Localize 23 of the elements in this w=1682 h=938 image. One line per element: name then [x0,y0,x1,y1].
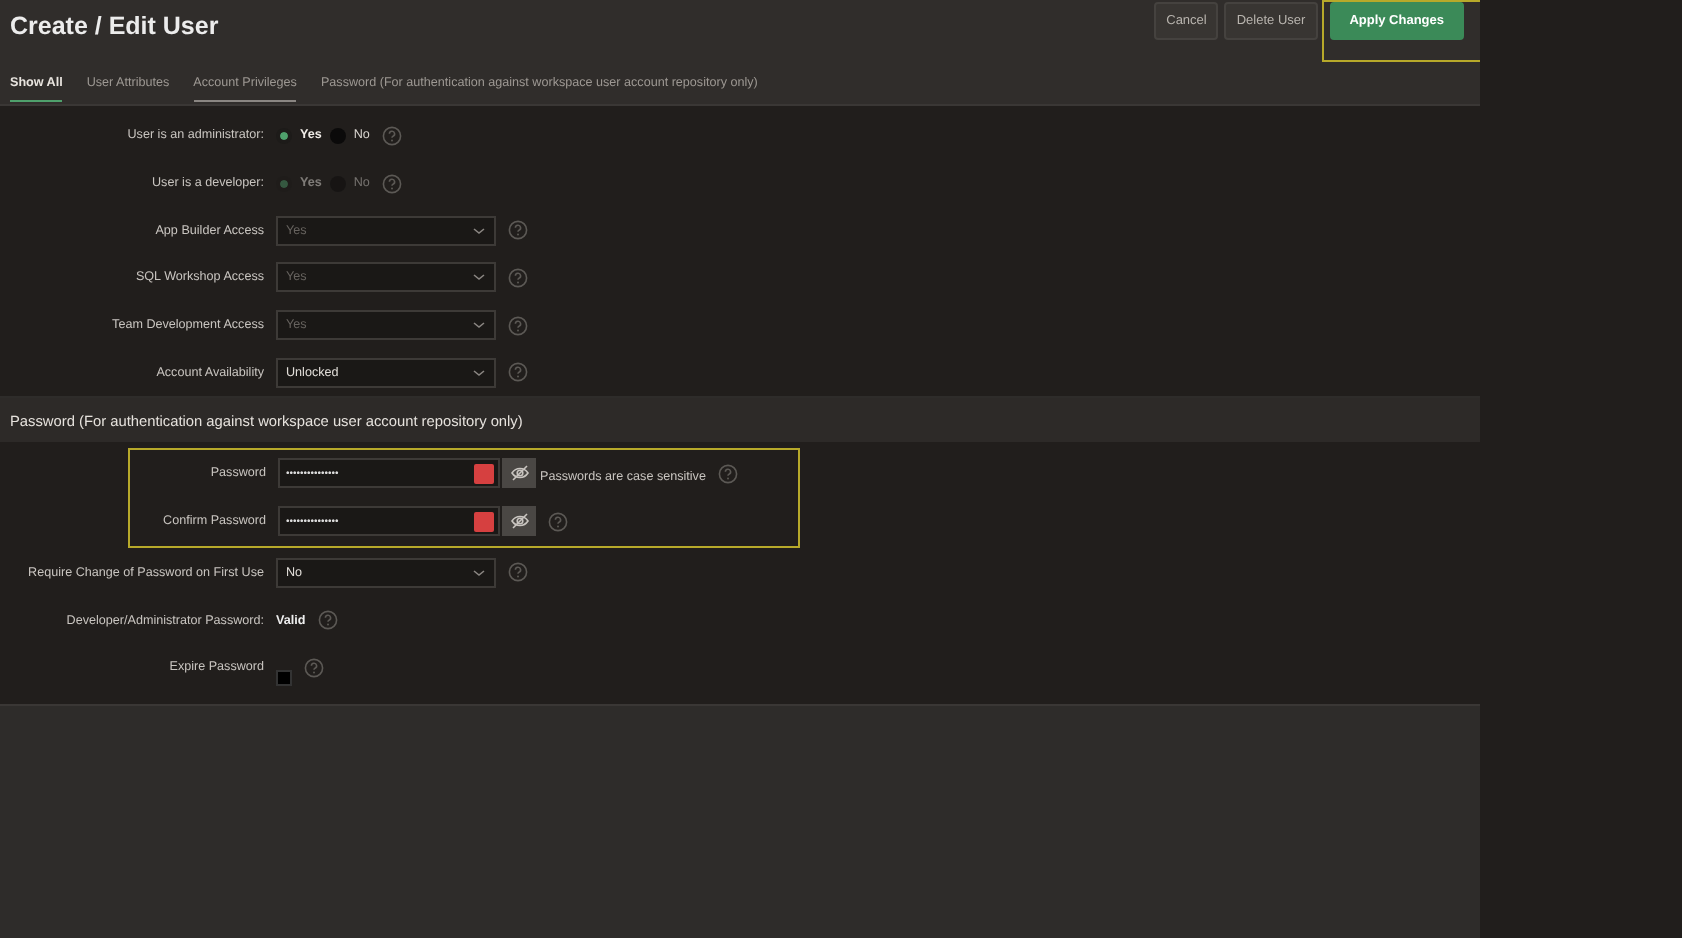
chevron-down-icon [472,320,486,331]
help-icon[interactable] [508,220,528,241]
eye-slash-icon [509,512,529,531]
radio-button[interactable] [276,127,292,144]
help-icon[interactable] [381,173,402,194]
help-icon[interactable] [717,463,738,484]
help-icon[interactable] [508,562,528,583]
chevron-down-icon [472,367,486,378]
help-icon[interactable] [508,267,528,288]
help-icon[interactable] [381,125,402,146]
hide-password-button[interactable] [502,458,536,489]
help-icon[interactable] [317,610,338,631]
help-icon[interactable] [508,362,528,383]
chevron-down-icon [472,225,486,236]
hide-password-button[interactable] [502,506,536,537]
help-icon[interactable] [508,315,528,336]
checkbox[interactable] [276,669,292,686]
chevron-down-icon [472,272,486,283]
chevron-down-icon [472,567,486,578]
eye-slash-icon [509,464,529,483]
page-title: Create / Edit User [8,10,219,40]
help-icon[interactable] [548,511,568,532]
help-icon[interactable] [304,657,324,678]
